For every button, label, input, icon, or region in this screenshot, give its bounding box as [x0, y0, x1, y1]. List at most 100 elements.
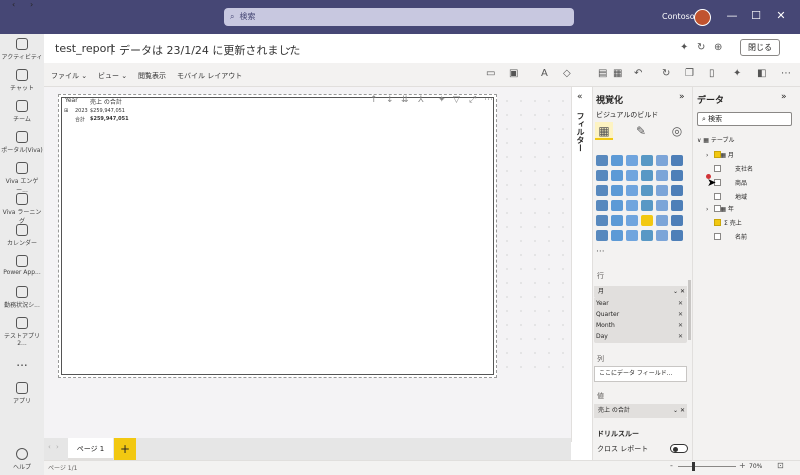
- checkbox[interactable]: [714, 151, 721, 158]
- globe-icon[interactable]: ⊕: [714, 42, 722, 53]
- bookmark-icon[interactable]: ▯: [709, 68, 715, 79]
- rows-field-group[interactable]: 月 ⌄ ✕: [594, 286, 687, 297]
- drill-down-icon[interactable]: ↓: [386, 95, 394, 105]
- rail-item-chat[interactable]: チャット: [0, 69, 44, 92]
- field-product[interactable]: 商品: [714, 178, 747, 187]
- remove-icon[interactable]: ⌄ ✕: [673, 404, 685, 418]
- rail-item-apps[interactable]: アプリ: [0, 382, 44, 405]
- collapse-right-icon[interactable]: »: [679, 92, 685, 102]
- menu-reading-view[interactable]: 閲覧表示: [138, 71, 166, 81]
- scrollbar[interactable]: [688, 280, 691, 340]
- remove-icon[interactable]: ✕: [678, 310, 683, 320]
- clustered-bar-visual-icon[interactable]: [626, 155, 638, 166]
- map-visual-icon[interactable]: [596, 200, 608, 211]
- add-page-button[interactable]: +: [114, 438, 136, 460]
- kpi-visual-icon[interactable]: [596, 215, 608, 226]
- zoom-slider[interactable]: [678, 466, 736, 467]
- collapse-left-icon[interactable]: «: [577, 92, 583, 102]
- fit-to-page-icon[interactable]: ⊡: [777, 461, 784, 470]
- remove-icon[interactable]: ✕: [678, 299, 683, 309]
- prev-page-icon[interactable]: ‹: [48, 443, 51, 451]
- shape-map-visual-icon[interactable]: [626, 200, 638, 211]
- checkbox[interactable]: [714, 205, 721, 212]
- scatter-visual-icon[interactable]: [626, 185, 638, 196]
- rail-item-test-app[interactable]: テストアプリ2...: [0, 317, 44, 347]
- waterfall-visual-icon[interactable]: [656, 170, 668, 181]
- duplicate-icon[interactable]: ❐: [685, 68, 694, 79]
- line-column-visual-icon[interactable]: [671, 170, 683, 181]
- menu-mobile-layout[interactable]: モバイル レイアウト: [177, 71, 242, 81]
- remove-icon[interactable]: ✕: [678, 321, 683, 331]
- line-visual-icon[interactable]: [596, 170, 608, 181]
- rail-item-viva-learning[interactable]: Viva ラーニング: [0, 193, 44, 225]
- collapse-right-icon[interactable]: »: [781, 92, 787, 102]
- rail-item-help[interactable]: ヘルプ: [0, 448, 44, 471]
- close-window-button[interactable]: ✕: [771, 9, 791, 22]
- stacked-column-visual-icon[interactable]: [611, 155, 623, 166]
- checkbox[interactable]: [714, 193, 721, 200]
- tenant-name[interactable]: Contoso: [662, 12, 695, 21]
- visual-icon[interactable]: ▦: [613, 68, 622, 79]
- avatar[interactable]: [694, 9, 711, 26]
- line-clustered-visual-icon[interactable]: [596, 185, 608, 196]
- zoom-in-icon[interactable]: +: [739, 461, 746, 470]
- filter-icon[interactable]: ▽: [453, 95, 460, 105]
- ribbon-visual-icon[interactable]: [641, 170, 653, 181]
- buttons-icon[interactable]: ▤: [598, 68, 607, 79]
- field-year[interactable]: › ▦ 年: [706, 204, 734, 213]
- focus-mode-icon[interactable]: ⤢: [469, 95, 476, 105]
- zoom-slider-thumb[interactable]: [692, 462, 695, 471]
- shapes-icon[interactable]: ◇: [563, 68, 571, 79]
- drill-up-icon[interactable]: ↑: [370, 95, 378, 105]
- field-region[interactable]: 地域: [714, 192, 747, 201]
- menu-file[interactable]: ファイル ⌄: [51, 71, 87, 81]
- 100-bar-visual-icon[interactable]: [656, 155, 668, 166]
- checkbox[interactable]: [714, 165, 721, 172]
- redo-icon[interactable]: ↻: [662, 68, 670, 79]
- table-node[interactable]: ∨ ▦ テーブル: [697, 135, 735, 144]
- matrix-visual[interactable]: [58, 94, 497, 378]
- r-visual-visual-icon[interactable]: [656, 215, 668, 226]
- field-branch[interactable]: 支社名: [714, 164, 753, 173]
- data-search-input[interactable]: ⌕ 検索: [697, 112, 792, 126]
- maximize-button[interactable]: ☐: [746, 9, 766, 22]
- filters-label[interactable]: フィルター: [575, 112, 586, 152]
- area-visual-icon[interactable]: [611, 170, 623, 181]
- menu-view[interactable]: ビュー ⌄: [98, 71, 127, 81]
- subscribe-icon[interactable]: ▣: [509, 68, 518, 79]
- comment-icon[interactable]: ▭: [486, 68, 495, 79]
- stacked-bar-visual-icon[interactable]: [596, 155, 608, 166]
- zoom-out-icon[interactable]: -: [670, 461, 673, 470]
- rail-item-teams[interactable]: チーム: [0, 100, 44, 123]
- next-page-icon[interactable]: ›: [56, 443, 59, 451]
- pin-icon[interactable]: ✦: [680, 42, 688, 53]
- rail-item-shifts[interactable]: 勤務状況シ...: [0, 286, 44, 309]
- gauge-visual-icon[interactable]: [641, 200, 653, 211]
- search-bar[interactable]: ⌕ 検索: [224, 8, 574, 26]
- rows-field-quarter[interactable]: Quarter ✕: [596, 310, 685, 320]
- close-report-button[interactable]: 閉じる: [740, 39, 780, 56]
- checkbox[interactable]: [714, 219, 721, 226]
- teams-share-icon[interactable]: ◧: [757, 68, 766, 79]
- remove-icon[interactable]: ✕: [678, 332, 683, 342]
- rail-item-viva-engage[interactable]: Viva エンゲー...: [0, 162, 44, 194]
- donut-visual-icon[interactable]: [656, 185, 668, 196]
- power-apps-visual-icon[interactable]: [671, 230, 683, 241]
- rail-item-activity[interactable]: アクティビティ: [0, 38, 44, 61]
- rail-item-viva-portal[interactable]: ポータル(Viva): [0, 131, 44, 154]
- more-options-icon[interactable]: ⋯: [781, 68, 791, 79]
- rail-more-button[interactable]: ...: [0, 355, 44, 369]
- qa-visual-icon[interactable]: [626, 230, 638, 241]
- expand-all-icon[interactable]: ⅄: [418, 95, 424, 105]
- rows-field-year[interactable]: Year ✕: [596, 299, 685, 309]
- matrix-visual-icon[interactable]: [641, 215, 653, 226]
- format-visual-tab[interactable]: ✎: [632, 122, 650, 140]
- pie-visual-icon[interactable]: [641, 185, 653, 196]
- more-visuals-button[interactable]: ···: [596, 247, 605, 257]
- more-options-icon[interactable]: ⋯: [484, 95, 493, 105]
- pin-visual-icon[interactable]: ✦: [733, 68, 741, 79]
- back-button[interactable]: ‹: [12, 0, 15, 9]
- pin-visual-icon[interactable]: ✦: [438, 95, 446, 105]
- rail-item-calendar[interactable]: カレンダー: [0, 224, 44, 247]
- stacked-area-visual-icon[interactable]: [626, 170, 638, 181]
